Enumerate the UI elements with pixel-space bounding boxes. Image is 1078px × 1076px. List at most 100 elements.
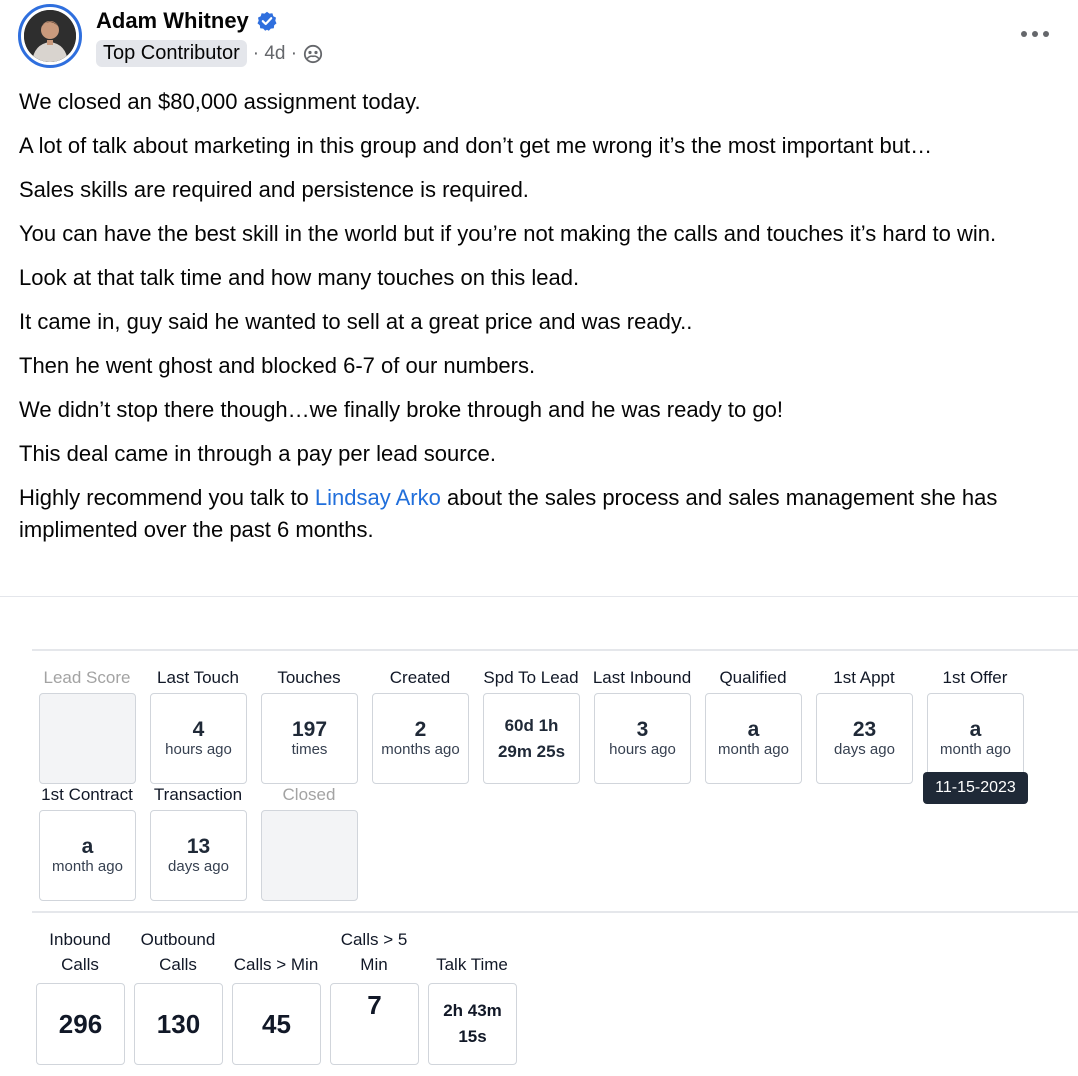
stat-box[interactable]: a month ago [39,810,136,901]
post-paragraph: Then he went ghost and blocked 6-7 of ou… [19,353,536,378]
call-stat-over-min: Calls > Min 45 [232,927,321,1065]
stat-lead-score: Lead Score [39,667,136,784]
call-stat-over-5-min: Calls > 5 Min 7 [330,927,419,1065]
stat-box[interactable]: 23 days ago [816,693,913,784]
stat-first-appt: 1st Appt 23 days ago [816,667,913,784]
call-stat-talk-time: Talk Time 2h 43m 15s [428,927,517,1065]
stat-value: 2 [414,717,427,741]
stat-qualified: Qualified a month ago [705,667,802,784]
call-box[interactable]: 45 [232,983,321,1065]
stat-speed-to-lead: Spd To Lead 60d 1h 29m 25s [483,667,580,784]
stat-value-line: 60d 1h [504,715,559,735]
stat-box[interactable]: a month ago [927,693,1024,784]
post-paragraph: We didn’t stop there though…we finally b… [19,397,783,422]
post-meta: Top Contributor · 4d · [96,40,323,67]
stat-unit: month ago [52,857,123,875]
call-label: Calls > 5 Min [324,927,424,977]
stat-label: Qualified [719,668,787,687]
stat-label: Created [389,668,451,687]
call-value: 7 [367,990,382,1020]
stat-box[interactable]: 2 months ago [372,693,469,784]
call-box[interactable]: 296 [36,983,125,1065]
stat-value: 4 [192,717,205,741]
call-box[interactable]: 7 [330,983,419,1065]
call-label-line: Calls [159,955,197,974]
verified-badge-icon [257,11,277,31]
post-paragraph: Look at that talk time and how many touc… [19,265,580,290]
stat-label: 1st Contract [41,785,133,804]
stat-unit: days ago [168,857,229,875]
post-paragraph: It came in, guy said he wanted to sell a… [19,309,693,334]
stat-box[interactable]: a month ago [705,693,802,784]
post-paragraph: We closed an $80,000 assignment today. [19,89,421,114]
stat-closed: Closed [261,784,358,901]
author-name[interactable]: Adam Whitney [96,8,277,34]
avatar[interactable] [18,4,82,68]
call-stat-outbound: Outbound Calls 130 [134,927,223,1065]
stat-label: Last Touch [157,668,239,687]
more-options-icon[interactable] [1020,24,1050,44]
author-name-text[interactable]: Adam Whitney [96,8,249,34]
call-stat-inbound: Inbound Calls 296 [36,927,125,1065]
date-tooltip: 11-15-2023 [923,772,1028,804]
call-box[interactable]: 2h 43m 15s [428,983,517,1065]
divider [32,911,1078,913]
stat-transaction: Transaction 13 days ago [150,784,247,901]
call-label-line: Min [360,955,388,974]
call-label-line: Calls > Min [233,955,319,974]
stat-unit: month ago [940,740,1011,758]
mention-link[interactable]: Lindsay Arko [315,485,441,510]
post-paragraph: Sales skills are required and persistenc… [19,177,529,202]
call-value-line: 15s [458,1027,487,1046]
audience-group-icon[interactable] [303,44,323,64]
paragraph-text: Highly recommend you talk to [19,485,315,510]
stat-label: Last Inbound [592,668,692,687]
stat-first-offer: 1st Offer a month ago [927,667,1024,784]
stat-box[interactable]: 3 hours ago [594,693,691,784]
stat-created: Created 2 months ago [372,667,469,784]
post-time[interactable]: · 4d · [253,43,297,65]
stat-label: Transaction [153,785,243,804]
call-label-line: Calls > 5 [340,930,408,949]
stat-touches: Touches 197 times [261,667,358,784]
call-label-line: Calls [61,955,99,974]
stat-box [261,810,358,901]
stat-unit: days ago [834,740,895,758]
stat-box[interactable]: 197 times [261,693,358,784]
call-label: Talk Time [422,927,522,977]
stat-label: Closed [282,785,336,804]
stat-value-line: 29m 25s [497,741,566,761]
stat-last-inbound: Last Inbound 3 hours ago [593,667,691,784]
stat-label: 1st Offer [942,668,1008,687]
stat-first-contract: 1st Contract a month ago [39,784,136,901]
post-paragraph-last: Highly recommend you talk to Lindsay Ark… [19,482,1064,546]
stat-value: 3 [636,717,649,741]
avatar-image [24,10,76,62]
stat-value: 197 [291,717,328,741]
stat-label: Touches [277,668,341,687]
stat-label: 1st Appt [833,668,895,687]
stat-label: Lead Score [43,668,131,687]
post-header: Adam Whitney Top Contributor · 4d · [18,4,1068,72]
stat-value: a [747,717,760,741]
stat-value: 13 [186,834,211,858]
call-label-line: Inbound [49,930,111,949]
stat-box[interactable]: 4 hours ago [150,693,247,784]
top-contributor-badge[interactable]: Top Contributor [96,40,247,67]
call-value: 296 [58,1008,103,1039]
stat-box[interactable]: 13 days ago [150,810,247,901]
stat-value: 23 [852,717,877,741]
call-label-line: Outbound [140,930,216,949]
call-label: Calls > Min [226,927,326,977]
stat-value: a [969,717,982,741]
stat-unit: hours ago [165,740,232,758]
divider [32,649,1078,651]
stat-unit: times [291,740,328,758]
call-label: Inbound Calls [30,927,130,977]
stat-box[interactable]: 60d 1h 29m 25s [483,693,580,784]
stat-unit: hours ago [609,740,676,758]
post-paragraph: This deal came in through a pay per lead… [19,441,496,466]
stat-unit: months ago [381,740,460,758]
call-box[interactable]: 130 [134,983,223,1065]
call-value: 45 [262,1008,291,1039]
